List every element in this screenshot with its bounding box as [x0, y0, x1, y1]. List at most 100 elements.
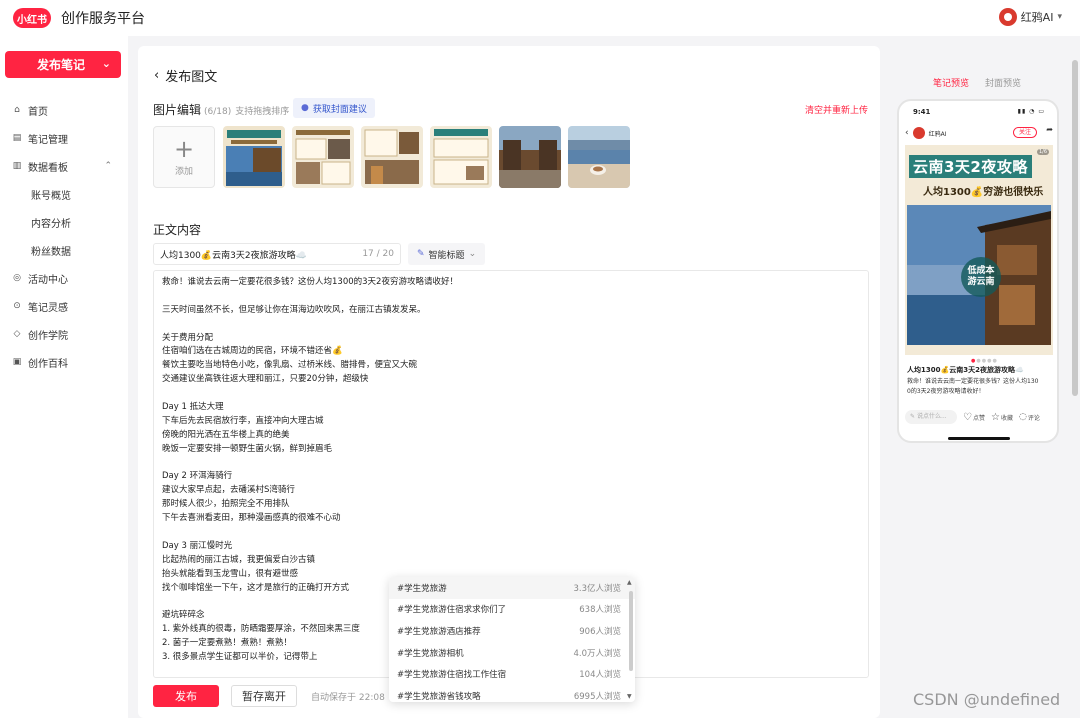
chevron-down-icon: ▾: [1057, 12, 1062, 22]
add-label: 添加: [174, 166, 193, 177]
sidebar-item-label: 笔记管理: [28, 134, 68, 146]
hashtag-view-count: 638人浏览: [579, 605, 621, 616]
publish-note-button[interactable]: 发布笔记 ⌄: [5, 51, 121, 78]
body-text-line: Day 3 丽江慢时光: [162, 540, 233, 551]
hashtag-option[interactable]: #学生党旅游住宿求求你们了 638人浏览: [389, 599, 635, 621]
hashtag-view-count: 906人浏览: [579, 626, 621, 637]
preview-note-body: 救命！谁说去云南一定要花很多钱？这份人均130 0的3天2夜穷游攻略请收好！: [907, 377, 1055, 396]
body-text-line: 住宿咱们选在古城周边的民宿，环境不错还省💰: [162, 346, 343, 357]
publish-button[interactable]: 发布: [153, 685, 219, 707]
sidebar-item-account-overview[interactable]: 账号概览: [0, 180, 128, 208]
hashtag-option[interactable]: #学生党旅游酒店推荐 906人浏览: [389, 620, 635, 642]
smart-title-button[interactable]: ✎ 智能标题 ⌄: [408, 243, 486, 265]
sidebar-item-label: 笔记灵感: [28, 302, 68, 314]
street-photo: [499, 126, 561, 188]
platform-title: 创作服务平台: [61, 11, 145, 27]
sidebar-item-label: 粉丝数据: [31, 246, 71, 258]
preview-body-line: 救命！谁说去云南一定要花很多钱？这份人均130: [907, 378, 1039, 385]
badge-line-1: 低成本: [967, 266, 995, 276]
hashtag-view-count: 4.0万人浏览: [573, 648, 621, 659]
image-hint: 支持拖拽排序: [235, 107, 290, 117]
body-text-line: [162, 387, 860, 401]
user-menu[interactable]: 红鸦AI ▾: [998, 8, 1062, 26]
image-count: (6/18): [204, 107, 232, 117]
hashtag-suggestion-dropdown: #学生党旅游 3.3亿人浏览 #学生党旅游住宿求求你们了 638人浏览 #学生党旅游酒店…: [389, 577, 635, 702]
chevron-down-icon: ⌄: [468, 249, 477, 259]
save-draft-button[interactable]: 暂存离开: [231, 685, 297, 707]
sidebar-item-academy[interactable]: ◇ 创作学院: [0, 320, 128, 348]
body-text-line: 关于费用分配: [162, 332, 214, 343]
tab-cover-preview[interactable]: 封面预览: [985, 76, 1021, 89]
hashtag-text: #学生党旅游相机: [397, 648, 464, 659]
avatar: [912, 127, 925, 139]
body-text-line: Day 2 环洱海骑行: [162, 471, 233, 482]
sidebar-item-label: 账号概览: [31, 190, 71, 202]
hashtag-option[interactable]: #学生党旅游相机 4.0万人浏览: [389, 642, 635, 664]
chevron-left-icon: ‹: [154, 68, 160, 83]
preview-author: 红鸦AI: [928, 130, 947, 138]
chart-icon: ▥: [12, 161, 22, 171]
image-thumbnail[interactable]: [223, 126, 285, 188]
cafe-lake-photo: [568, 126, 630, 188]
target-icon: ◎: [13, 273, 21, 283]
comment-input: ✎ 说点什么...: [905, 410, 957, 424]
image-thumbnail[interactable]: [568, 126, 630, 188]
hashtag-text: #学生党旅游酒店推荐: [397, 626, 481, 637]
body-text-line: 餐饮主要吃当地特色小吃，像乳扇、过桥米线、腊排骨，便宜又大碗: [162, 360, 418, 371]
tab-note-preview[interactable]: 笔记预览: [933, 76, 969, 89]
clear-reupload-link[interactable]: 清空并重新上传: [805, 103, 868, 116]
sidebar-item-label: 首页: [28, 106, 48, 118]
hashtag-text: #学生党旅游住宿求求你们了: [397, 605, 507, 616]
hashtag-text: #学生党旅游: [397, 583, 447, 594]
badge-line-2: 游云南: [967, 277, 995, 287]
sidebar-item-content-analysis[interactable]: 内容分析: [0, 208, 128, 236]
hashtag-option[interactable]: #学生党旅游 3.3亿人浏览: [389, 577, 635, 599]
share-icon: ➦: [1046, 125, 1053, 134]
sidebar-item-inspiration[interactable]: ⊙ 笔记灵感: [0, 292, 128, 320]
body-section-title: 正文内容: [153, 223, 202, 237]
body-text-line: [162, 526, 860, 540]
sidebar-item-dashboard[interactable]: ▥ 数据看板 ⌃: [0, 152, 128, 180]
book-icon: ▣: [12, 357, 22, 367]
body-text-line: 交通建议坐高铁往返大理和丽江，只要20分钟，超级快: [162, 374, 369, 385]
chevron-up-icon[interactable]: ⌃: [104, 161, 112, 171]
comment-placeholder: 说点什么...: [916, 413, 947, 420]
page-scrollbar[interactable]: [1072, 60, 1078, 396]
card-title: 云南3天2夜攻略: [909, 155, 1032, 178]
sidebar-item-home[interactable]: ⌂ 首页: [0, 96, 128, 124]
preview-action-bar: ✎ 说点什么... ♡ 点赞 ☆ 收藏 ◌ 评论: [905, 410, 1057, 424]
image-thumbnail[interactable]: [292, 126, 354, 188]
cover-suggest-button[interactable]: ● 获取封面建议: [293, 98, 375, 118]
scroll-down-icon[interactable]: ▼: [627, 693, 632, 700]
image-thumbnail[interactable]: [430, 126, 492, 188]
image-thumbnail[interactable]: [499, 126, 561, 188]
hashtag-option[interactable]: #学生党旅游省钱攻略 6995人浏览: [389, 685, 635, 702]
avatar: [998, 8, 1017, 26]
dropdown-scrollbar[interactable]: ▲ ▼: [627, 579, 633, 700]
sidebar-item-notes[interactable]: ▤ 笔记管理: [0, 124, 128, 152]
image-thumbnail[interactable]: [361, 126, 423, 188]
chevron-down-icon[interactable]: ⌄: [102, 57, 111, 70]
body-text-line: 下车后先去民宿放行李，直接冲向大理古城: [162, 415, 324, 426]
image-section-label: 图片编辑: [153, 103, 202, 117]
like-label: 点赞: [972, 414, 985, 422]
follow-button: 关注: [1012, 127, 1037, 138]
sidebar-item-activity[interactable]: ◎ 活动中心: [0, 264, 128, 292]
body-text-line: 下午去喜洲看麦田，那种漫画感真的很难不心动: [162, 513, 341, 524]
body-text-line: 比起热闹的丽江古城，我更偏爱白沙古镇: [162, 554, 316, 565]
sidebar-item-fans-data[interactable]: 粉丝数据: [0, 236, 128, 264]
scroll-thumb[interactable]: [629, 591, 633, 671]
back-button[interactable]: ‹ 发布图文: [154, 66, 217, 85]
sidebar-item-encyclopedia[interactable]: ▣ 创作百科: [0, 348, 128, 376]
add-image-button[interactable]: + 添加: [153, 126, 215, 188]
hashtag-option[interactable]: #学生党旅游住宿找工作住宿 104人浏览: [389, 663, 635, 685]
document-icon: ▤: [12, 133, 22, 143]
title-input[interactable]: 人均1300💰云南3天2夜旅游攻略☁️ 17 / 20: [153, 243, 401, 265]
preview-note-title: 人均1300💰云南3天2夜旅游攻略☁️: [907, 366, 1024, 374]
scroll-up-icon[interactable]: ▲: [627, 579, 632, 586]
smart-title-label: 智能标题: [428, 250, 465, 261]
collect-action: ☆ 收藏: [991, 412, 1013, 423]
hashtag-text: #学生党旅游省钱攻略: [397, 691, 481, 702]
home-indicator: [948, 437, 1010, 440]
app-logo[interactable]: 小红书: [13, 8, 51, 28]
